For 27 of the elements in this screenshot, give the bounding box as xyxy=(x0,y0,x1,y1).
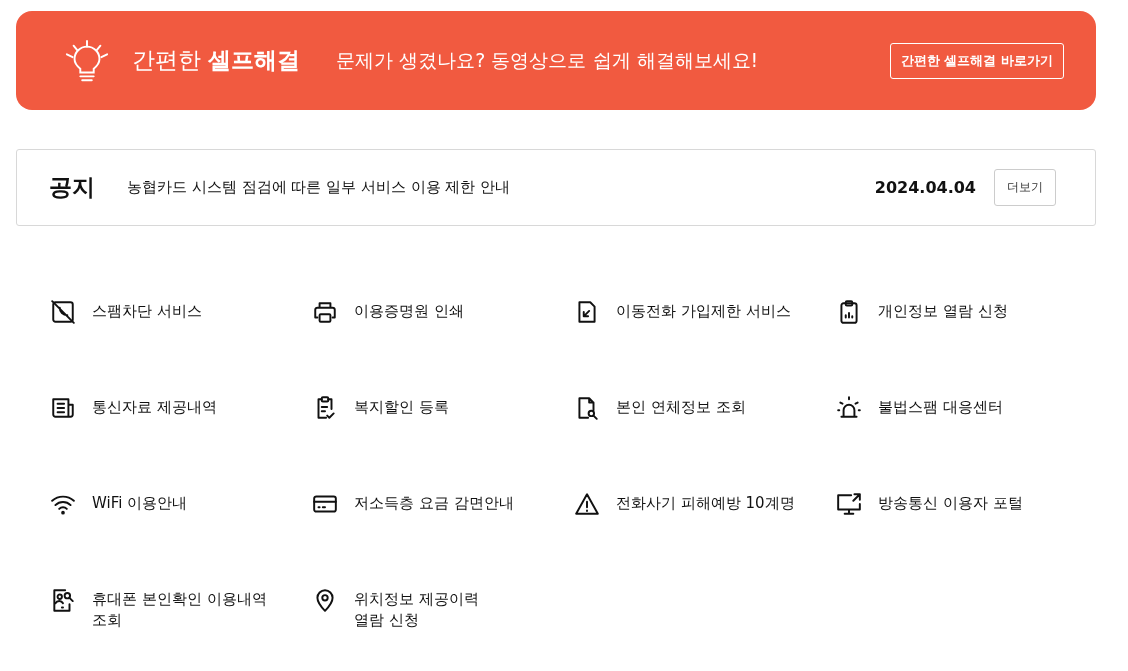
document-lines-icon xyxy=(50,395,76,421)
warning-icon xyxy=(574,491,600,517)
printer-icon xyxy=(312,299,338,325)
service-link[interactable]: 스팸차단 서비스 xyxy=(92,299,202,322)
service-link[interactable]: 이동전화 가입제한 서비스 xyxy=(616,299,791,322)
service-link[interactable]: 불법스팸 대응센터 xyxy=(878,395,1003,418)
lightbulb-icon xyxy=(64,37,110,84)
notice-link[interactable]: 농협카드 시스템 점검에 따른 일부 서비스 이용 제한 안내 xyxy=(127,178,875,197)
service-link[interactable]: 방송통신 이용자 포털 xyxy=(878,491,1023,514)
service-link[interactable]: 휴대폰 본인확인 이용내역 조회 xyxy=(92,587,267,631)
service-link[interactable]: 전화사기 피해예방 10계명 xyxy=(616,491,795,514)
service-link[interactable]: 본인 연체정보 조회 xyxy=(616,395,746,418)
person-search-icon xyxy=(50,587,76,613)
monitor-arrow-icon xyxy=(836,491,862,517)
banner-message: 문제가 생겼나요? 동영상으로 쉽게 해결해보세요! xyxy=(336,47,760,73)
service-link[interactable]: 복지할인 등록 xyxy=(354,395,449,418)
more-button[interactable]: 더보기 xyxy=(994,169,1056,206)
notice-label: 공지 xyxy=(49,173,95,202)
banner-title: 간편한 셀프해결 xyxy=(132,46,301,75)
notice-date: 2024.04.04 xyxy=(874,178,976,197)
service-link[interactable]: 이용증명원 인쇄 xyxy=(354,299,464,322)
siren-icon xyxy=(836,395,862,421)
service-link[interactable]: 개인정보 열람 신청 xyxy=(878,299,1008,322)
service-link[interactable]: 저소득층 요금 감면안내 xyxy=(354,491,514,514)
service-link[interactable]: 통신자료 제공내역 xyxy=(92,395,217,418)
service-link[interactable]: WiFi 이용안내 xyxy=(92,491,188,514)
service-link[interactable]: 위치정보 제공이력 열람 신청 xyxy=(354,587,479,631)
